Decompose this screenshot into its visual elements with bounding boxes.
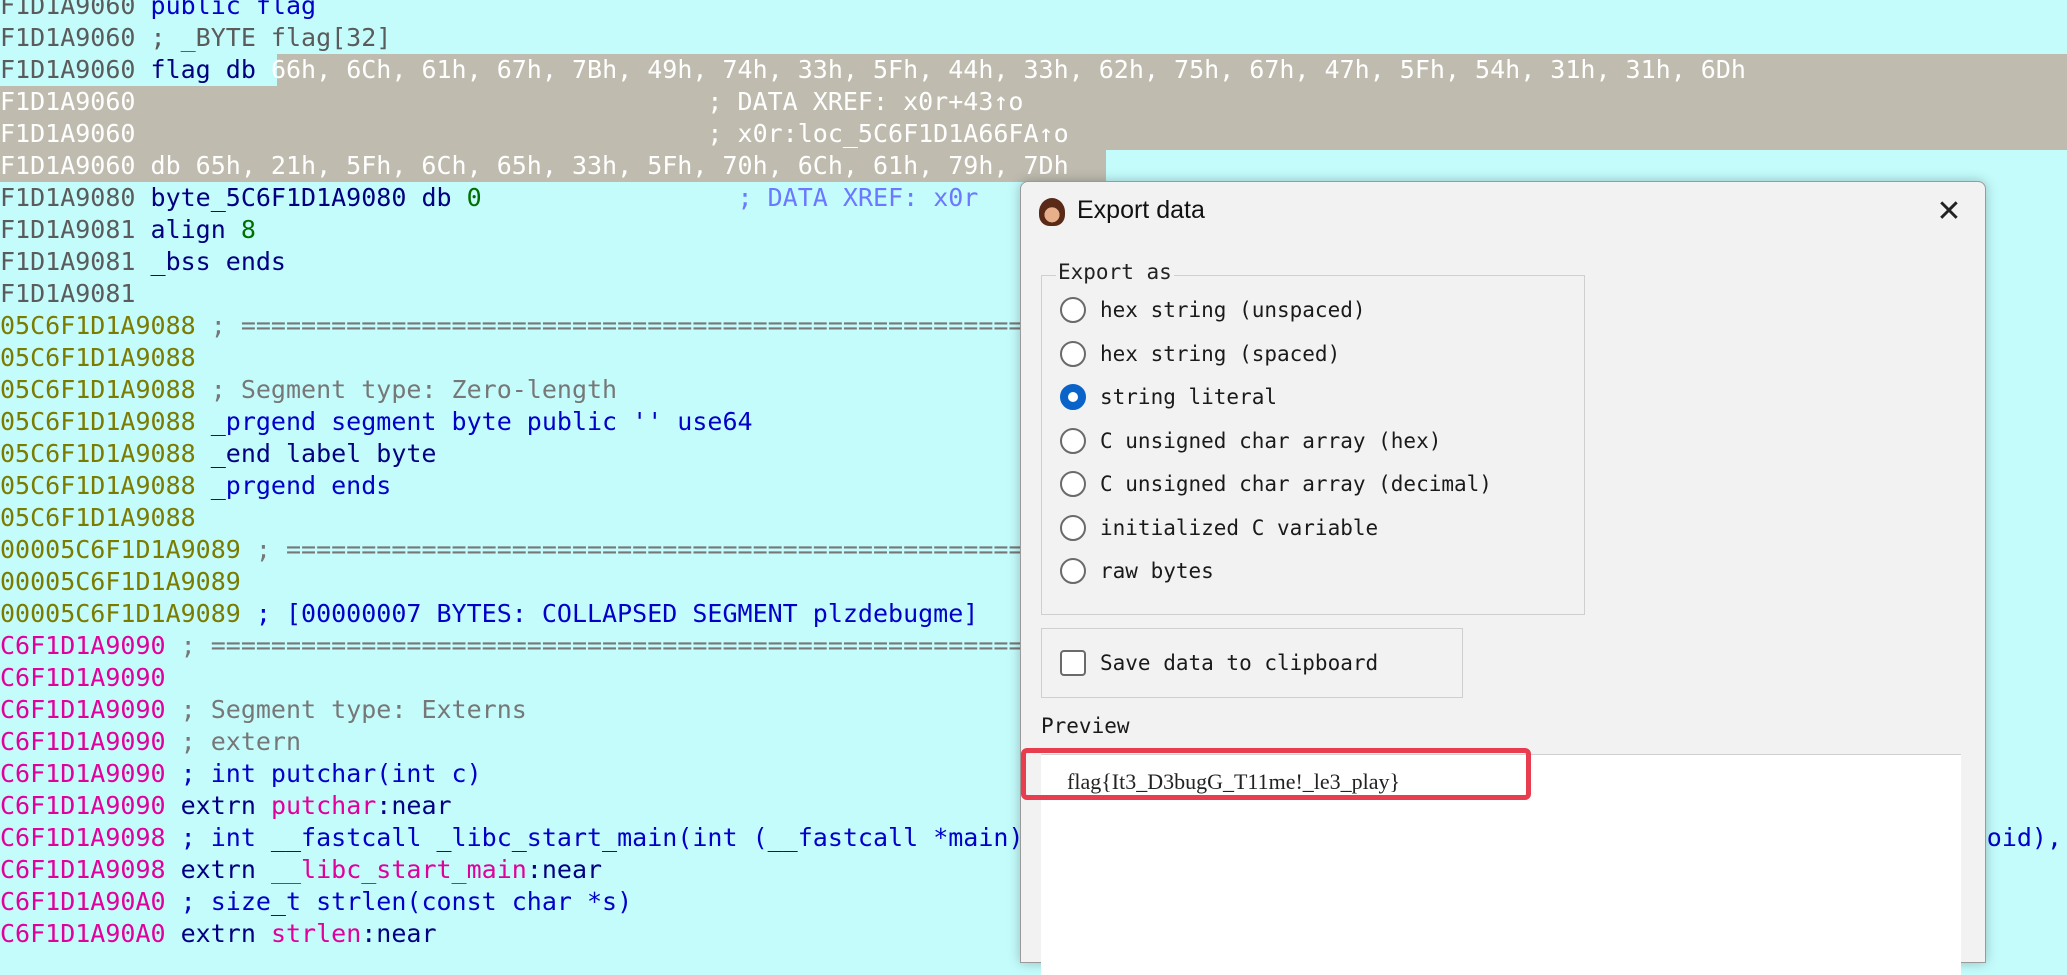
code-token: ; _BYTE flag[32] — [150, 23, 392, 52]
code-token: _prgend segment byte public '' use64 — [210, 407, 753, 436]
code-token: ; int putchar(int c) — [180, 759, 482, 788]
code-token: ; Segment type: Zero-length — [210, 375, 618, 404]
export-option-4[interactable]: C unsigned char array (decimal) — [1060, 467, 1492, 501]
code-token: extrn — [180, 855, 271, 884]
code-token: extrn — [180, 791, 271, 820]
code-token: 66h, 6Ch, 61h, 67h, 7Bh, 49h, 74h, 33h, … — [270, 55, 1746, 84]
code-token: ; size_t strlen(const char *s) — [180, 887, 633, 916]
code-token: F1D1A9060 ; DATA XREF: x0r+43↑o — [0, 87, 1024, 116]
export-option-1[interactable]: hex string (spaced) — [1060, 337, 1340, 371]
code-token: F1D1A9060 — [0, 55, 151, 84]
code-token: C6F1D1A90A0 — [0, 919, 181, 948]
radio-button[interactable] — [1060, 427, 1086, 454]
code-line[interactable]: F1D1A9060 db 65h, 21h, 5Fh, 6Ch, 65h, 33… — [0, 150, 2067, 182]
code-token: F1D1A9060 — [0, 23, 151, 52]
code-token: ; [00000007 BYTES: COLLAPSED SEGMENT plz… — [255, 599, 979, 628]
code-line[interactable]: F1D1A9060 ; _BYTE flag[32] — [0, 22, 2067, 54]
code-token: 05C6F1D1A9088 — [0, 343, 196, 372]
radio-button[interactable] — [1060, 340, 1086, 367]
code-token: _prgend ends — [210, 471, 392, 500]
export-option-label: C unsigned char array (hex) — [1100, 428, 1442, 453]
save-clipboard-checkbox-row[interactable]: Save data to clipboard — [1060, 646, 1378, 680]
code-token: 05C6F1D1A9088 — [0, 471, 211, 500]
export-option-5[interactable]: initialized C variable — [1060, 511, 1378, 545]
code-token: 8 — [240, 215, 256, 244]
code-token: strlen — [270, 919, 362, 948]
code-token: F1D1A9060 — [0, 0, 151, 20]
export-option-3[interactable]: C unsigned char array (hex) — [1060, 424, 1441, 458]
export-option-label: hex string (spaced) — [1100, 341, 1341, 366]
code-token: C6F1D1A9098 — [0, 823, 181, 852]
code-token: _end label byte — [210, 439, 437, 468]
code-token: public flag — [150, 0, 317, 20]
code-token: 05C6F1D1A9088 — [0, 503, 196, 532]
code-token: ; extern — [180, 727, 302, 756]
code-token: :near — [526, 855, 603, 884]
code-token: align — [150, 215, 241, 244]
code-token: C6F1D1A9090 — [0, 663, 166, 692]
code-token: F1D1A9081 — [0, 247, 151, 276]
code-token: 05C6F1D1A9088 — [0, 311, 211, 340]
export-option-6[interactable]: raw bytes — [1060, 554, 1214, 588]
export-option-2[interactable]: string literal — [1060, 380, 1277, 414]
code-token: byte_5C6F1D1A9080 db — [150, 183, 467, 212]
dialog-title: Export data — [1077, 196, 1205, 224]
code-token: extrn — [180, 919, 271, 948]
code-line[interactable]: F1D1A9060 public flag — [0, 0, 2067, 22]
clipboard-group: Save data to clipboard — [1041, 628, 1463, 698]
preview-highlight-frame — [1021, 748, 1531, 800]
code-token: :near — [376, 791, 452, 820]
radio-button[interactable] — [1060, 558, 1086, 584]
code-token: F1D1A9080 — [0, 183, 151, 212]
export-as-legend: Export as — [1056, 260, 1174, 284]
code-token: C6F1D1A9090 — [0, 759, 181, 788]
save-clipboard-checkbox[interactable] — [1060, 650, 1086, 676]
code-token: flag db — [150, 55, 271, 84]
code-token: C6F1D1A9098 — [0, 855, 181, 884]
export-option-label: string literal — [1100, 385, 1278, 409]
code-line[interactable]: F1D1A9060 ; DATA XREF: x0r+43↑o — [0, 86, 2067, 118]
code-token: C6F1D1A90A0 — [0, 887, 181, 916]
radio-button[interactable] — [1060, 471, 1086, 497]
save-clipboard-label: Save data to clipboard — [1100, 651, 1379, 675]
code-token: _bss ends — [150, 247, 286, 276]
code-token: :near — [361, 919, 437, 948]
dialog-title-bar[interactable]: Export data ✕ — [1021, 182, 1985, 240]
code-token: C6F1D1A9090 — [0, 727, 181, 756]
code-token: 00005C6F1D1A9089 — [0, 567, 241, 596]
code-token: F1D1A9060 db 65h, 21h, 5Fh, 6Ch, 65h, 33… — [0, 151, 1069, 180]
code-token: 05C6F1D1A9088 — [0, 407, 211, 436]
code-token: 05C6F1D1A9088 — [0, 439, 211, 468]
code-token: putchar — [270, 791, 377, 820]
export-option-label: C unsigned char array (decimal) — [1100, 472, 1492, 496]
preview-label: Preview — [1041, 714, 1130, 738]
code-token: ; Segment type: Externs — [180, 695, 527, 724]
code-token: C6F1D1A9090 — [0, 631, 181, 660]
code-token: F1D1A9060 ; x0r:loc_5C6F1D1A66FA↑o — [0, 119, 1069, 148]
app-icon — [1039, 198, 1065, 226]
code-token: C6F1D1A9090 — [0, 695, 181, 724]
code-token: F1D1A9081 — [0, 215, 151, 244]
export-option-label: hex string (unspaced) — [1100, 298, 1366, 322]
code-token: C6F1D1A9090 — [0, 791, 181, 820]
export-option-0[interactable]: hex string (unspaced) — [1060, 293, 1366, 327]
export-option-label: initialized C variable — [1100, 515, 1379, 540]
code-line[interactable]: F1D1A9060 ; x0r:loc_5C6F1D1A66FA↑o — [0, 118, 2067, 150]
code-token: __libc_start_main — [270, 855, 527, 884]
code-token: 05C6F1D1A9088 — [0, 375, 211, 404]
radio-button[interactable] — [1060, 297, 1086, 323]
export-option-label: raw bytes — [1100, 559, 1214, 583]
code-token: 00005C6F1D1A9089 — [0, 599, 256, 628]
radio-button[interactable] — [1060, 514, 1086, 541]
export-data-dialog: Export data ✕ Export as hex string (unsp… — [1020, 181, 1986, 975]
export-as-group: Export as hex string (unspaced) hex strin… — [1041, 260, 1585, 615]
code-token: ; DATA XREF: x0r — [481, 183, 979, 212]
radio-button[interactable] — [1060, 384, 1086, 410]
code-line[interactable]: F1D1A9060 flag db 66h, 6Ch, 61h, 67h, 7B… — [0, 54, 2067, 86]
code-token: 0 — [466, 183, 482, 212]
code-token: F1D1A9081 — [0, 279, 136, 308]
close-button[interactable]: ✕ — [1927, 192, 1971, 232]
code-token: 00005C6F1D1A9089 — [0, 535, 256, 564]
